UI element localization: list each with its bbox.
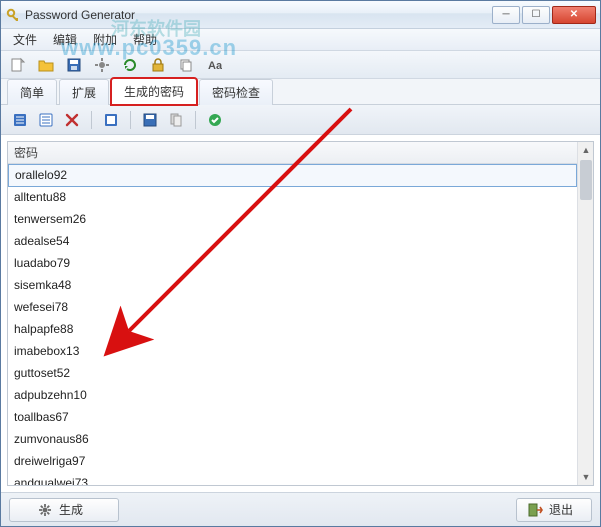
list-item[interactable]: tenwersem26 — [8, 209, 577, 231]
menu-file[interactable]: 文件 — [5, 29, 45, 50]
generate-button-label: 生成 — [59, 501, 83, 518]
toolbar-save-icon[interactable] — [63, 54, 85, 76]
tab-generated-passwords[interactable]: 生成的密码 — [111, 78, 197, 105]
list-toolbar — [1, 105, 600, 135]
exit-button-label: 退出 — [549, 501, 573, 518]
bottom-bar: 生成 退出 — [1, 492, 600, 526]
menubar: 文件 编辑 附加 帮助 — [1, 29, 600, 51]
delete-icon[interactable] — [61, 109, 83, 131]
scroll-up-arrow[interactable]: ▲ — [578, 142, 594, 158]
list-column-header[interactable]: 密码 — [8, 142, 577, 164]
toolbar-refresh-icon[interactable] — [119, 54, 141, 76]
tab-simple[interactable]: 简单 — [7, 79, 57, 105]
minimize-button[interactable]: ─ — [492, 6, 520, 24]
list-item[interactable]: guttoset52 — [8, 363, 577, 385]
list-item[interactable]: orallelo92 — [8, 164, 577, 187]
menu-add[interactable]: 附加 — [85, 29, 125, 50]
list-item[interactable]: halpapfe88 — [8, 319, 577, 341]
titlebar: Password Generator ─ ☐ ✕ — [1, 1, 600, 29]
gear-icon — [37, 502, 53, 518]
menu-edit[interactable]: 编辑 — [45, 29, 85, 50]
list-item[interactable]: toallbas67 — [8, 407, 577, 429]
vertical-scrollbar[interactable]: ▲ ▼ — [577, 142, 593, 485]
app-icon — [5, 7, 21, 23]
scroll-down-arrow[interactable]: ▼ — [578, 469, 594, 485]
generate-button[interactable]: 生成 — [9, 498, 119, 522]
password-list[interactable]: orallelo92alltentu88tenwersem26adealse54… — [8, 164, 577, 485]
main-toolbar: Aa — [1, 51, 600, 79]
list-item[interactable]: luadabo79 — [8, 253, 577, 275]
app-window: Password Generator ─ ☐ ✕ 文件 编辑 附加 帮助 河东软… — [0, 0, 601, 527]
exit-button[interactable]: 退出 — [516, 498, 592, 522]
exit-icon — [527, 502, 543, 518]
select-all-icon[interactable] — [9, 109, 31, 131]
copy-clipboard-icon[interactable] — [165, 109, 187, 131]
password-list-container: 密码 orallelo92alltentu88tenwersem26adeals… — [7, 141, 594, 486]
toolbar-new-icon[interactable] — [7, 54, 29, 76]
list-item[interactable]: dreiwelriga97 — [8, 451, 577, 473]
toolbar-separator — [195, 111, 196, 129]
list-item[interactable]: adpubzehn10 — [8, 385, 577, 407]
menu-help[interactable]: 帮助 — [125, 29, 165, 50]
tab-strip: 简单 扩展 生成的密码 密码检查 — [1, 79, 600, 105]
list-item[interactable]: zumvonaus86 — [8, 429, 577, 451]
maximize-button[interactable]: ☐ — [522, 6, 550, 24]
list-item[interactable]: imabebox13 — [8, 341, 577, 363]
scrollbar-thumb[interactable] — [580, 160, 592, 200]
tab-password-check[interactable]: 密码检查 — [199, 79, 273, 105]
list-item[interactable]: alltentu88 — [8, 187, 577, 209]
list-item[interactable]: adealse54 — [8, 231, 577, 253]
list-item[interactable]: wefesei78 — [8, 297, 577, 319]
check-icon[interactable] — [204, 109, 226, 131]
toolbar-gear-icon[interactable] — [91, 54, 113, 76]
toolbar-copy-icon[interactable] — [175, 54, 197, 76]
window-title: Password Generator — [25, 8, 492, 22]
list-item[interactable]: sisemka48 — [8, 275, 577, 297]
toolbar-lock-icon[interactable] — [147, 54, 169, 76]
toolbar-separator — [130, 111, 131, 129]
svg-text:Aa: Aa — [208, 60, 222, 72]
toolbar-separator — [91, 111, 92, 129]
deselect-icon[interactable] — [35, 109, 57, 131]
copy-list-icon[interactable] — [100, 109, 122, 131]
toolbar-text-icon[interactable]: Aa — [203, 54, 225, 76]
toolbar-open-icon[interactable] — [35, 54, 57, 76]
window-buttons: ─ ☐ ✕ — [492, 6, 596, 24]
list-item[interactable]: andqualwei73 — [8, 473, 577, 485]
close-button[interactable]: ✕ — [552, 6, 596, 24]
tab-advanced[interactable]: 扩展 — [59, 79, 109, 105]
save-list-icon[interactable] — [139, 109, 161, 131]
